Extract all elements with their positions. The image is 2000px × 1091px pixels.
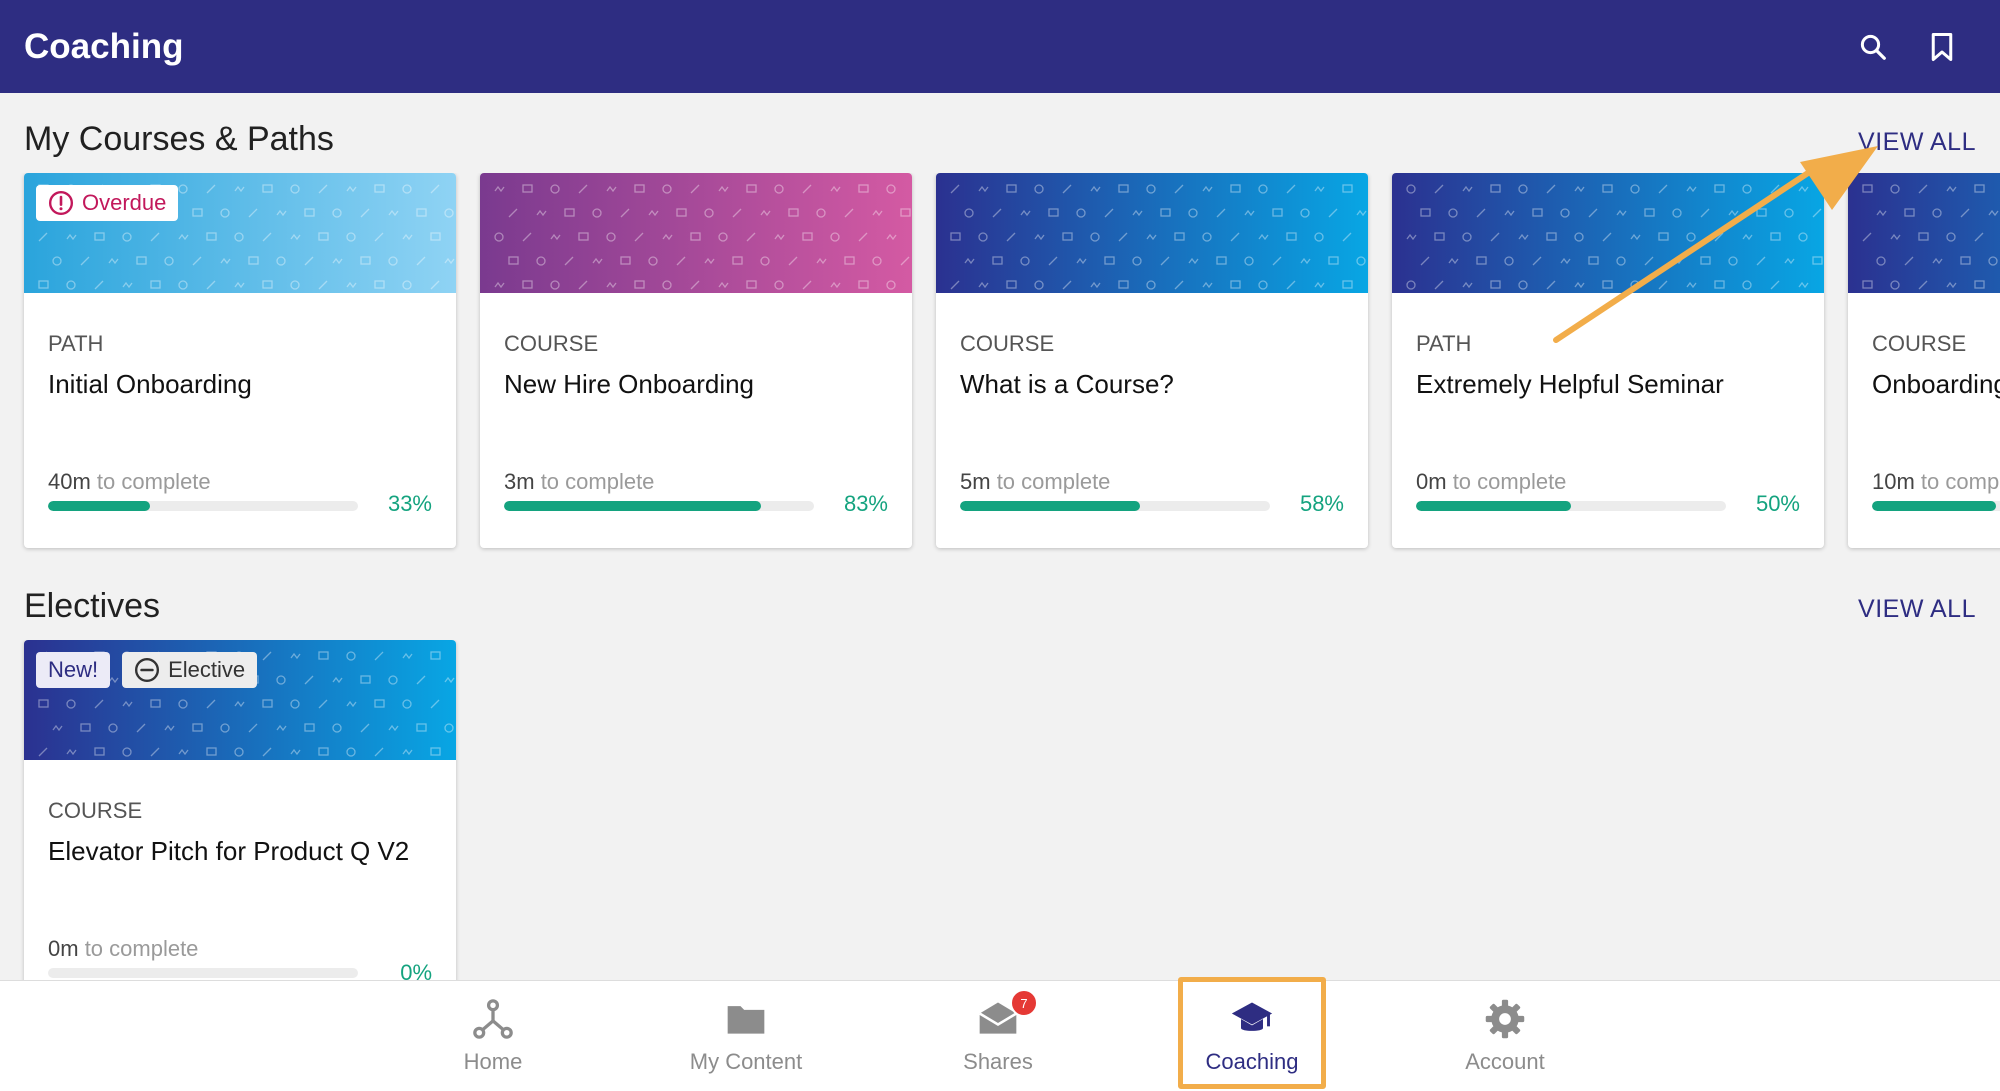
nav-item-label: My Content [689,1049,803,1074]
card-banner [1848,173,2000,293]
duration-value: 0m [48,936,79,961]
card-duration: 0m to complete [48,936,198,962]
nav-item-shares[interactable]: 7 Shares [898,981,1098,1091]
electives-row: New! Elective COURSE Elevator Pitch for Pro… [0,640,2000,980]
progress-bar [960,501,1270,511]
card-title: What is a Course? [960,369,1174,399]
card-title: Initial Onboarding [48,369,252,399]
card-title: New Hire Onboarding [504,369,755,399]
elective-badge: Elective [122,652,258,688]
card-title: Elevator Pitch for Product Q V2 [48,836,410,866]
electives-view-all-link[interactable]: VIEW ALL [1858,595,1976,624]
progress-percent: 0% [400,960,432,980]
course-card[interactable]: COURSE Onboarding 10m to comp [1848,173,2000,548]
duration-label: to complete [540,469,655,494]
minus-circle-icon [134,657,160,683]
electives-title: Electives [24,587,161,625]
card-banner: Overdue [24,173,456,293]
nav-item-label: Home [463,1049,523,1074]
bottom-navigation: Home My Content 7 Shares Coaching Account [0,980,2000,1091]
my-courses-title: My Courses & Paths [24,120,334,158]
duration-label: to complete [996,469,1111,494]
card-duration: 3m to complete [504,469,654,495]
card-kind: PATH [48,331,104,356]
nav-item-account[interactable]: Account [1405,981,1605,1091]
progress-percent: 83% [843,491,888,516]
card-duration: 5m to complete [960,469,1110,495]
envelope-icon: 7 [976,989,1038,1041]
badge-label: New! [48,657,99,682]
card-banner [936,173,1368,293]
duration-value: 3m [504,469,535,494]
course-card[interactable]: COURSE New Hire Onboarding 3m to complete 8… [480,173,912,548]
home-network-icon [471,997,515,1041]
progress-fill [1416,501,1571,511]
nav-item-my-content[interactable]: My Content [646,981,846,1091]
progress-percent: 58% [1299,491,1344,516]
card-duration: 10m to comp [1872,469,1999,495]
badge-label: Elective [168,657,246,682]
graduation-cap-icon [1230,997,1274,1041]
progress-fill [1872,501,1996,511]
nav-item-label: Shares [963,1049,1033,1074]
card-kind: COURSE [960,331,1055,356]
course-card[interactable]: New! Elective COURSE Elevator Pitch for Pro… [24,640,456,980]
card-kind: COURSE [48,798,143,823]
my-courses-view-all-link[interactable]: VIEW ALL [1858,128,1976,157]
bookmark-icon[interactable] [1928,32,1956,62]
duration-label: to complete [84,936,199,961]
gear-icon [1483,997,1527,1041]
banner-pattern [1392,173,1824,293]
course-card[interactable]: Overdue PATH Initial Onboarding 40m to comp… [24,173,456,548]
duration-label: to complete [96,469,211,494]
progress-percent: 50% [1755,491,1800,516]
progress-bar [1416,501,1726,511]
card-duration: 40m to complete [48,469,211,495]
nav-item-coaching[interactable]: Coaching [1152,981,1352,1091]
new-badge: New! [36,652,111,688]
progress-bar [48,501,358,511]
course-card[interactable]: PATH Extremely Helpful Seminar 0m to compl… [1392,173,1824,548]
progress-bar [1872,501,2000,511]
nav-item-home[interactable]: Home [393,981,593,1091]
progress-bar [504,501,814,511]
card-kind: COURSE [504,331,599,356]
card-duration: 0m to complete [1416,469,1566,495]
nav-item-label: Coaching [1205,1049,1299,1074]
duration-label: to comp [1920,469,2000,494]
card-kind: PATH [1416,331,1472,356]
progress-fill [504,501,762,511]
app-bar: Coaching [0,0,2000,93]
banner-pattern [480,173,912,293]
duration-label: to complete [1452,469,1567,494]
overdue-badge: Overdue [36,185,179,221]
card-title: Extremely Helpful Seminar [1416,369,1724,399]
card-banner: New! Elective [24,640,456,760]
duration-value: 0m [1416,469,1447,494]
banner-pattern [936,173,1368,293]
card-banner [480,173,912,293]
card-title: Onboarding [1872,369,2000,399]
card-banner [1392,173,1824,293]
my-courses-row: Overdue PATH Initial Onboarding 40m to comp… [0,173,2000,553]
badge-label: Overdue [82,190,167,215]
search-icon[interactable] [1858,32,1888,62]
nav-item-label: Account [1465,1049,1545,1074]
duration-value: 5m [960,469,991,494]
progress-fill [48,501,151,511]
card-kind: COURSE [1872,331,1967,356]
folder-icon [724,997,768,1041]
notification-count-badge: 7 [1010,989,1038,1017]
course-card[interactable]: COURSE What is a Course? 5m to complete 58% [936,173,1368,548]
progress-fill [960,501,1140,511]
duration-value: 40m [48,469,91,494]
alert-circle-icon [48,190,74,216]
banner-pattern [1848,173,2000,293]
progress-percent: 33% [387,491,432,516]
page-title: Coaching [24,26,184,66]
progress-bar [48,968,358,978]
duration-value: 10m [1872,469,1915,494]
